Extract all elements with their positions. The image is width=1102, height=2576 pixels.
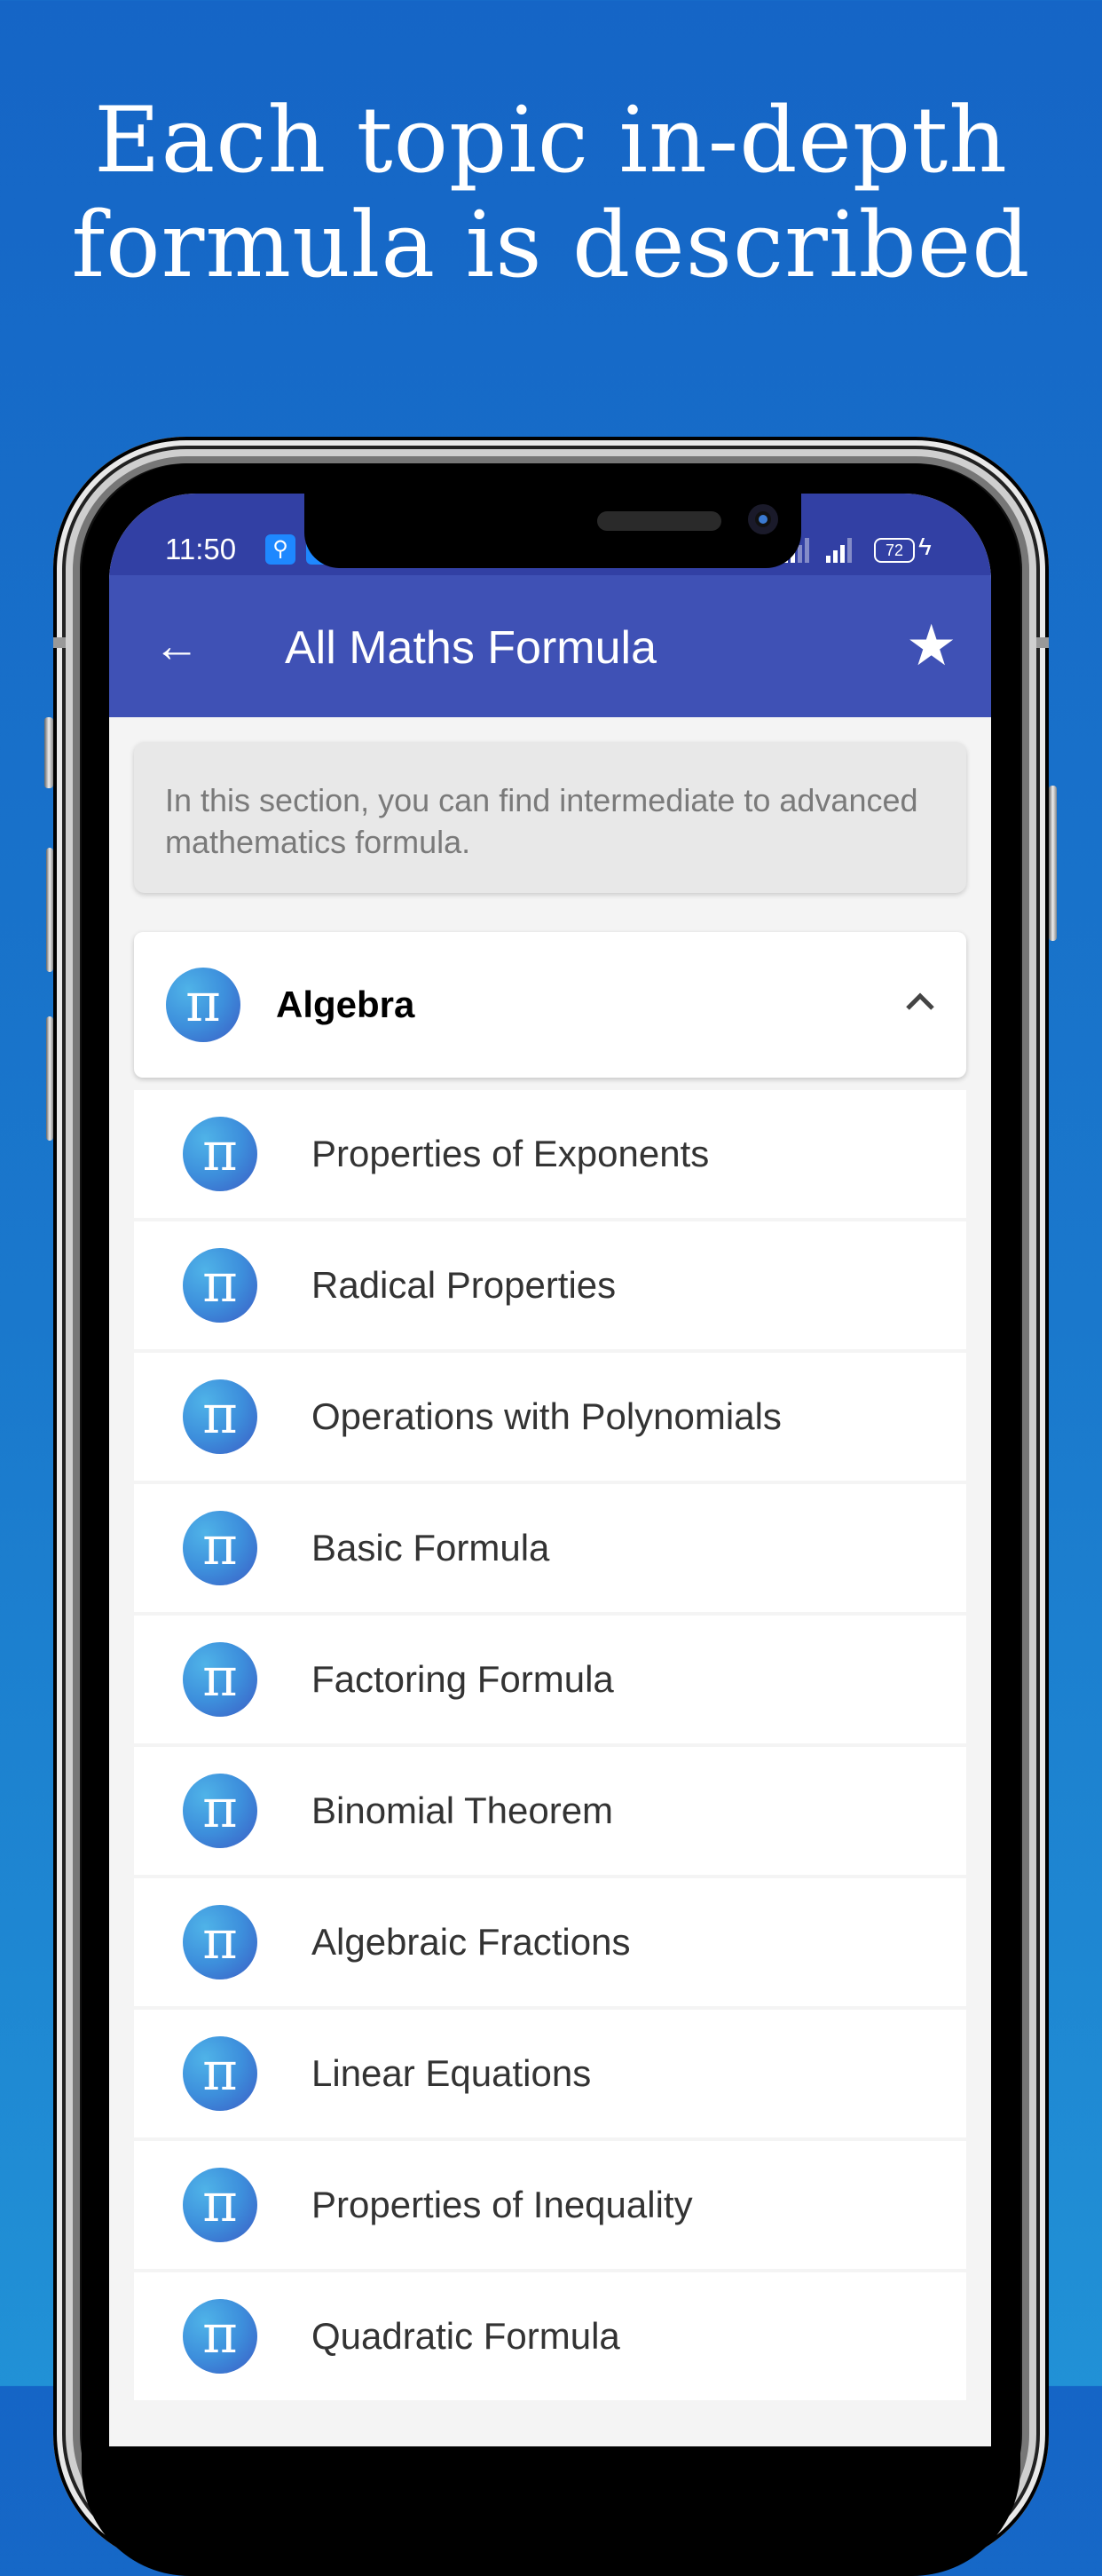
- list-item-label: Properties of Exponents: [311, 1133, 710, 1174]
- charging-bolt-icon: ϟ: [918, 533, 932, 560]
- phone-screen: 11:50 ⚲ 72 ϟ ← All Maths Formula ★ In th…: [109, 494, 991, 2446]
- list-item[interactable]: π Factoring Formula: [134, 1616, 966, 1743]
- list-item-label: Basic Formula: [311, 1527, 550, 1569]
- list-item-label: Quadratic Formula: [311, 2315, 620, 2357]
- list-item-label: Operations with Polynomials: [311, 1395, 782, 1437]
- pi-icon: π: [183, 1905, 257, 1979]
- signal-icon: [826, 536, 856, 563]
- pi-icon: π: [183, 1642, 257, 1717]
- pi-icon: π: [183, 1511, 257, 1585]
- list-item[interactable]: π Binomial Theorem: [134, 1747, 966, 1875]
- list-item[interactable]: π Linear Equations: [134, 2010, 966, 2137]
- promo-headline: Each topic in-depth formula is described: [0, 89, 1102, 298]
- headline-line-2: formula is described: [71, 193, 1031, 298]
- info-card: In this section, you can find intermedia…: [134, 742, 966, 893]
- list-item-label: Linear Equations: [311, 2052, 592, 2094]
- volume-down-button: [46, 1016, 53, 1141]
- list-item-label: Algebraic Fractions: [311, 1921, 631, 1963]
- app-bar: ← All Maths Formula ★: [109, 575, 991, 717]
- pi-icon: π: [166, 968, 240, 1042]
- section-title: Algebra: [276, 984, 415, 1025]
- pi-icon: π: [183, 1117, 257, 1191]
- list-item[interactable]: π Properties of Exponents: [134, 1090, 966, 1218]
- front-camera: [748, 504, 778, 534]
- status-time: 11:50: [165, 533, 237, 565]
- list-item[interactable]: π Operations with Polynomials: [134, 1353, 966, 1481]
- list-item-label: Binomial Theorem: [311, 1790, 614, 1831]
- battery-icon: 72: [874, 538, 915, 563]
- status-bar: 11:50 ⚲ 72 ϟ: [109, 494, 991, 575]
- pi-icon: π: [183, 2299, 257, 2374]
- pi-icon: π: [183, 2168, 257, 2242]
- list-item[interactable]: π Properties of Inequality: [134, 2141, 966, 2269]
- list-item-label: Radical Properties: [311, 1264, 617, 1306]
- mute-switch: [44, 717, 53, 788]
- volume-up-button: [46, 848, 53, 972]
- list-item[interactable]: π Quadratic Formula: [134, 2272, 966, 2400]
- display-notch: [304, 494, 801, 568]
- list-item-label: Factoring Formula: [311, 1658, 614, 1700]
- list-item[interactable]: π Basic Formula: [134, 1484, 966, 1612]
- pi-icon: π: [183, 2036, 257, 2111]
- back-arrow-icon[interactable]: ←: [153, 620, 207, 673]
- info-text: In this section, you can find intermedia…: [165, 782, 918, 860]
- list-item[interactable]: π Algebraic Fractions: [134, 1878, 966, 2006]
- app-title: All Maths Formula: [285, 622, 657, 674]
- pi-icon: π: [183, 1774, 257, 1848]
- headline-line-1: Each topic in-depth: [94, 88, 1008, 194]
- pi-icon: π: [183, 1248, 257, 1323]
- list-item-label: Properties of Inequality: [311, 2184, 693, 2225]
- list-item[interactable]: π Radical Properties: [134, 1221, 966, 1349]
- chevron-up-icon[interactable]: [902, 984, 938, 1019]
- usb-icon: ⚲: [265, 534, 295, 565]
- section-header-algebra[interactable]: π Algebra: [134, 932, 966, 1078]
- power-button: [1049, 786, 1057, 941]
- favorite-star-icon[interactable]: ★: [906, 614, 956, 676]
- formula-list: π Properties of Exponents π Radical Prop…: [134, 1090, 966, 2404]
- antenna-band: [53, 637, 66, 648]
- antenna-band: [1036, 637, 1049, 648]
- earpiece-speaker: [597, 511, 721, 531]
- pi-icon: π: [183, 1379, 257, 1454]
